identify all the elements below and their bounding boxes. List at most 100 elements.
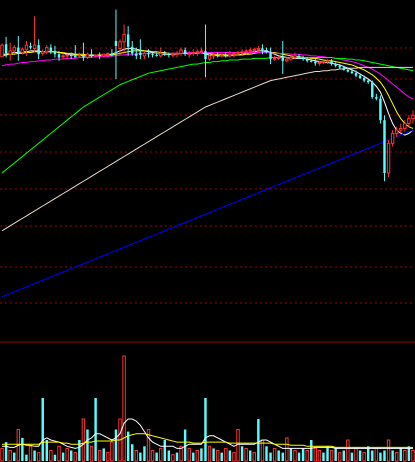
volume-bar <box>228 450 232 461</box>
price-ma-line <box>1 66 413 232</box>
volume-bar <box>45 440 49 461</box>
candle-body <box>106 52 110 55</box>
volume-bar <box>195 450 200 462</box>
volume-bar <box>293 450 297 462</box>
volume-bar <box>281 452 284 461</box>
volume-bar <box>371 450 374 461</box>
volume-bar <box>269 452 272 461</box>
volume-bar <box>53 454 57 461</box>
candle-body <box>122 33 126 43</box>
volume-bar <box>207 445 212 462</box>
volume-bar <box>49 450 53 462</box>
volume-bar <box>232 452 236 462</box>
candle-body <box>151 54 154 56</box>
volume-bar <box>0 447 4 462</box>
volume-bar <box>57 445 61 462</box>
volume-bar <box>244 447 248 462</box>
volume-bar <box>399 448 402 461</box>
volume-bar <box>13 452 16 461</box>
candle-body <box>195 51 200 54</box>
candle-body <box>248 49 252 52</box>
candle-body <box>366 80 370 83</box>
volume-bar <box>212 448 215 461</box>
candle-body <box>301 57 305 60</box>
candle-body <box>379 98 382 121</box>
price-panel <box>0 9 415 343</box>
volume-bar <box>305 450 309 462</box>
volume-bar <box>183 429 187 461</box>
candle-body <box>207 55 212 60</box>
candle-body <box>135 53 138 56</box>
candle-body <box>131 46 134 54</box>
candle-body <box>17 47 20 53</box>
volume-bar <box>329 450 334 462</box>
volume-bar <box>391 450 394 461</box>
volume-bar <box>289 448 293 461</box>
candle-body <box>102 53 106 57</box>
volume-bar <box>346 439 350 462</box>
volume-bar <box>403 450 407 462</box>
candle-body <box>142 52 147 57</box>
volume-bar <box>33 450 36 461</box>
candle-body <box>61 55 65 58</box>
volume-bar <box>313 447 318 462</box>
candle-body <box>183 50 187 55</box>
volume-bar <box>334 448 337 461</box>
volume-bar <box>354 447 358 462</box>
volume-bar <box>86 429 89 461</box>
volume-bar <box>134 450 139 462</box>
volume-bar <box>122 355 126 462</box>
candle-body <box>240 51 244 54</box>
candle-body <box>281 57 284 61</box>
volume-bar <box>301 448 305 461</box>
volume-bar <box>249 450 252 461</box>
volume-panel <box>0 355 415 462</box>
candle-body <box>175 52 179 55</box>
price-ma-line <box>1 129 414 298</box>
candle-body <box>77 54 82 57</box>
volume-bar <box>175 452 179 461</box>
candle-body <box>167 54 171 56</box>
volume-bar <box>143 446 146 461</box>
volume-bar <box>36 452 41 462</box>
candle-body <box>293 55 297 58</box>
candle-body <box>98 55 101 57</box>
candle-body <box>191 52 195 55</box>
volume-bar <box>362 452 366 462</box>
candle-body <box>204 50 207 60</box>
candle-body <box>342 67 346 70</box>
volume-bar <box>394 452 399 462</box>
candle-body <box>90 54 93 56</box>
volume-bar <box>78 440 81 461</box>
volume-bar <box>252 452 257 462</box>
candle-body <box>0 44 4 58</box>
candle-body <box>383 120 386 173</box>
candle-body <box>163 53 166 55</box>
candle-body <box>32 44 37 49</box>
candle-body <box>272 57 277 60</box>
volume-bar <box>383 450 386 461</box>
candle-body <box>24 44 29 50</box>
volume-bar <box>236 429 240 462</box>
volume-bar <box>65 447 69 462</box>
volume-bar <box>374 447 379 462</box>
volume-bar <box>192 452 195 461</box>
candle-body <box>386 142 391 174</box>
candle-body <box>252 48 257 51</box>
volume-bar <box>131 444 134 461</box>
volume-bar <box>200 448 203 461</box>
candle-body <box>155 55 158 57</box>
candle-body <box>171 53 175 56</box>
candle-body <box>317 61 322 64</box>
volume-bar <box>150 450 155 462</box>
volume-bar <box>114 429 118 461</box>
volume-bar <box>326 446 329 461</box>
volume-bar <box>265 446 268 461</box>
volume-bar <box>350 452 354 461</box>
candle-body <box>321 61 326 64</box>
volume-bar <box>317 450 322 462</box>
candle-body <box>41 51 45 54</box>
volume-bar <box>338 452 342 462</box>
candle-body <box>289 57 293 60</box>
volume-ma-line <box>2 433 413 448</box>
